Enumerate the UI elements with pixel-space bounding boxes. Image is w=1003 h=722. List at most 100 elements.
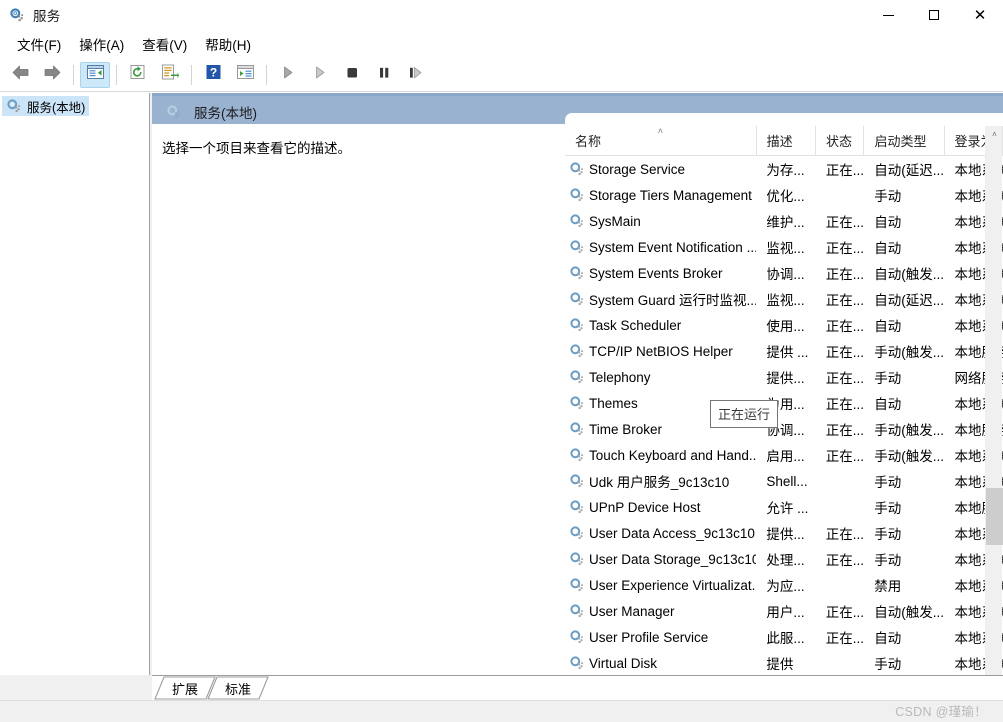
cell-name: User Profile Service <box>565 624 756 650</box>
restart-service-button[interactable] <box>401 62 431 88</box>
cell-status: 正在... <box>825 423 864 438</box>
menu-file[interactable]: 文件(F) <box>8 31 70 57</box>
service-gear-icon <box>569 447 585 463</box>
service-gear-icon <box>569 655 585 671</box>
table-row[interactable]: Storage Service为存...正在...自动(延迟...本地系统 <box>565 156 1003 182</box>
service-name-label: Themes <box>589 395 638 411</box>
stop-square-icon <box>345 65 359 85</box>
service-name-label: User Data Storage_9c13c10 <box>589 551 757 567</box>
table-row[interactable]: TCP/IP NetBIOS Helper 提供 ... 正在... 手动(触发...… <box>565 338 1003 364</box>
column-startup-type[interactable]: 启动类型 <box>864 125 945 156</box>
cell-name: Task Scheduler <box>565 312 756 338</box>
table-row[interactable]: User Data Access_9c13c10提供...正在...手动本地系统 <box>565 520 1003 546</box>
minimize-button[interactable] <box>865 0 911 30</box>
restart-icon <box>408 65 424 85</box>
service-gear-icon <box>569 499 585 515</box>
refresh-button[interactable] <box>123 62 153 88</box>
cell-startup-type: 手动 <box>874 501 902 516</box>
play-outline-icon <box>313 65 327 85</box>
column-description[interactable]: 描述 <box>757 125 816 156</box>
forward-button[interactable] <box>37 62 67 88</box>
help-question-icon: ? <box>205 64 222 85</box>
back-button[interactable] <box>5 62 35 88</box>
scroll-up-button[interactable]: ˄ <box>986 126 1003 143</box>
vertical-scrollbar[interactable]: ˄ ˅ <box>985 126 1003 701</box>
cell-status: 正在... <box>825 163 864 178</box>
menu-help[interactable]: 帮助(H) <box>196 31 260 57</box>
column-name[interactable]: ˄ 名称 <box>565 125 757 156</box>
table-row[interactable]: Telephony提供...正在...手动网络服务 <box>565 364 1003 390</box>
tab-label: 标准 <box>224 681 251 697</box>
service-gear-icon <box>569 421 585 437</box>
menu-action[interactable]: 操作(A) <box>70 31 133 57</box>
cell-status: 正在... <box>825 241 864 256</box>
service-gear-icon <box>569 629 585 645</box>
cell-name: User Manager <box>565 598 756 624</box>
table-row[interactable]: Virtual Disk提供手动本地系统 <box>565 650 1003 676</box>
cell-startup-type: 自动(延迟... <box>874 293 944 308</box>
show-hide-tree-button[interactable] <box>80 61 110 88</box>
service-gear-icon <box>569 369 585 385</box>
table-row[interactable]: Themes为用...正在...自动本地系统 <box>565 390 1003 416</box>
start-service-button[interactable] <box>273 62 303 88</box>
cell-startup-type: 自动 <box>874 215 902 230</box>
cell-startup-type: 手动(触发... <box>874 345 944 360</box>
cell-startup-type: 自动(延迟... <box>874 163 944 178</box>
menu-view[interactable]: 查看(V) <box>133 31 196 57</box>
cell-startup-type: 禁用 <box>874 579 902 594</box>
scrollbar-thumb[interactable] <box>986 488 1003 545</box>
column-header-label: 状态 <box>825 134 852 149</box>
cell-status <box>816 468 864 494</box>
table-row[interactable]: Task Scheduler使用...正在...自动本地系统 <box>565 312 1003 338</box>
table-row[interactable]: User Manager用户...正在...自动(触发...本地系统 <box>565 598 1003 624</box>
table-row[interactable]: System Events Broker 协调... 正在... 自动(触发... 本地… <box>565 260 1003 286</box>
toolbar-separator <box>116 64 117 85</box>
action-pane-icon <box>236 64 255 85</box>
title-bar: 服务 ✕ <box>0 0 1003 30</box>
cell-description: 协调... <box>766 267 805 282</box>
export-list-button[interactable] <box>155 62 185 88</box>
table-row[interactable]: User Data Storage_9c13c10处理...正在...手动本地系… <box>565 546 1003 572</box>
table-row[interactable]: User Profile Service此服...正在...自动本地系统 <box>565 624 1003 650</box>
cell-description: 维护... <box>766 215 805 230</box>
pause-service-button[interactable] <box>369 62 399 88</box>
cell-status: 正在... <box>825 397 864 412</box>
cell-description: 为存... <box>766 163 805 178</box>
cell-status <box>816 572 864 598</box>
table-row[interactable]: SysMain维护...正在...自动本地系统 <box>565 208 1003 234</box>
tab-standard[interactable]: 标准 <box>207 676 269 700</box>
cell-name: Touch Keyboard and Hand... <box>565 442 756 468</box>
cell-description: 启用... <box>766 449 805 464</box>
service-gear-icon <box>569 291 585 307</box>
maximize-button[interactable] <box>911 0 957 30</box>
cell-startup-type: 自动(触发... <box>874 605 944 620</box>
cell-description: 提供 ... <box>766 345 809 360</box>
cell-startup-type: 自动 <box>874 397 902 412</box>
results-pane: 服务(本地) 选择一个项目来查看它的描述。 ˄ 名称 描述 状态 启动类型 登录为 Sto… <box>152 93 1003 701</box>
table-row[interactable]: Storage Tiers Management优化...手动本地系统 <box>565 182 1003 208</box>
cell-startup-type: 手动 <box>874 553 902 568</box>
table-row[interactable]: UPnP Device Host允许 ...手动本地服务 <box>565 494 1003 520</box>
sort-ascending-icon: ˄ <box>657 125 663 136</box>
table-row[interactable]: Touch Keyboard and Hand... 启用... 正在... 手动(触… <box>565 442 1003 468</box>
view-tabs: 扩展 标准 <box>152 675 1003 700</box>
cell-startup-type: 自动 <box>874 241 902 256</box>
help-button[interactable]: ? <box>198 62 228 88</box>
status-bar <box>0 700 1003 722</box>
cell-startup-type: 手动 <box>874 189 902 204</box>
resume-service-button[interactable] <box>305 62 335 88</box>
table-row[interactable]: Time Broker协调...正在...手动(触发...本地服务 <box>565 416 1003 442</box>
show-action-pane-button[interactable] <box>230 62 260 88</box>
play-icon <box>281 65 295 85</box>
table-row[interactable]: System Guard 运行时监视... 监视... 正在... 自动(延迟... 本… <box>565 286 1003 312</box>
service-gear-icon <box>569 161 585 177</box>
service-name-label: SysMain <box>589 213 641 229</box>
close-button[interactable]: ✕ <box>957 0 1003 30</box>
column-status[interactable]: 状态 <box>816 125 865 156</box>
table-row[interactable]: User Experience Virtualizat...为应...禁用本地系… <box>565 572 1003 598</box>
table-row[interactable]: System Event Notification ... 监视... 正在... 自… <box>565 234 1003 260</box>
cell-startup-type: 手动 <box>874 371 902 386</box>
stop-service-button[interactable] <box>337 62 367 88</box>
table-row[interactable]: Udk 用户服务_9c13c10Shell...手动本地系统 <box>565 468 1003 494</box>
tree-node-services-local[interactable]: 服务(本地) <box>2 96 90 116</box>
